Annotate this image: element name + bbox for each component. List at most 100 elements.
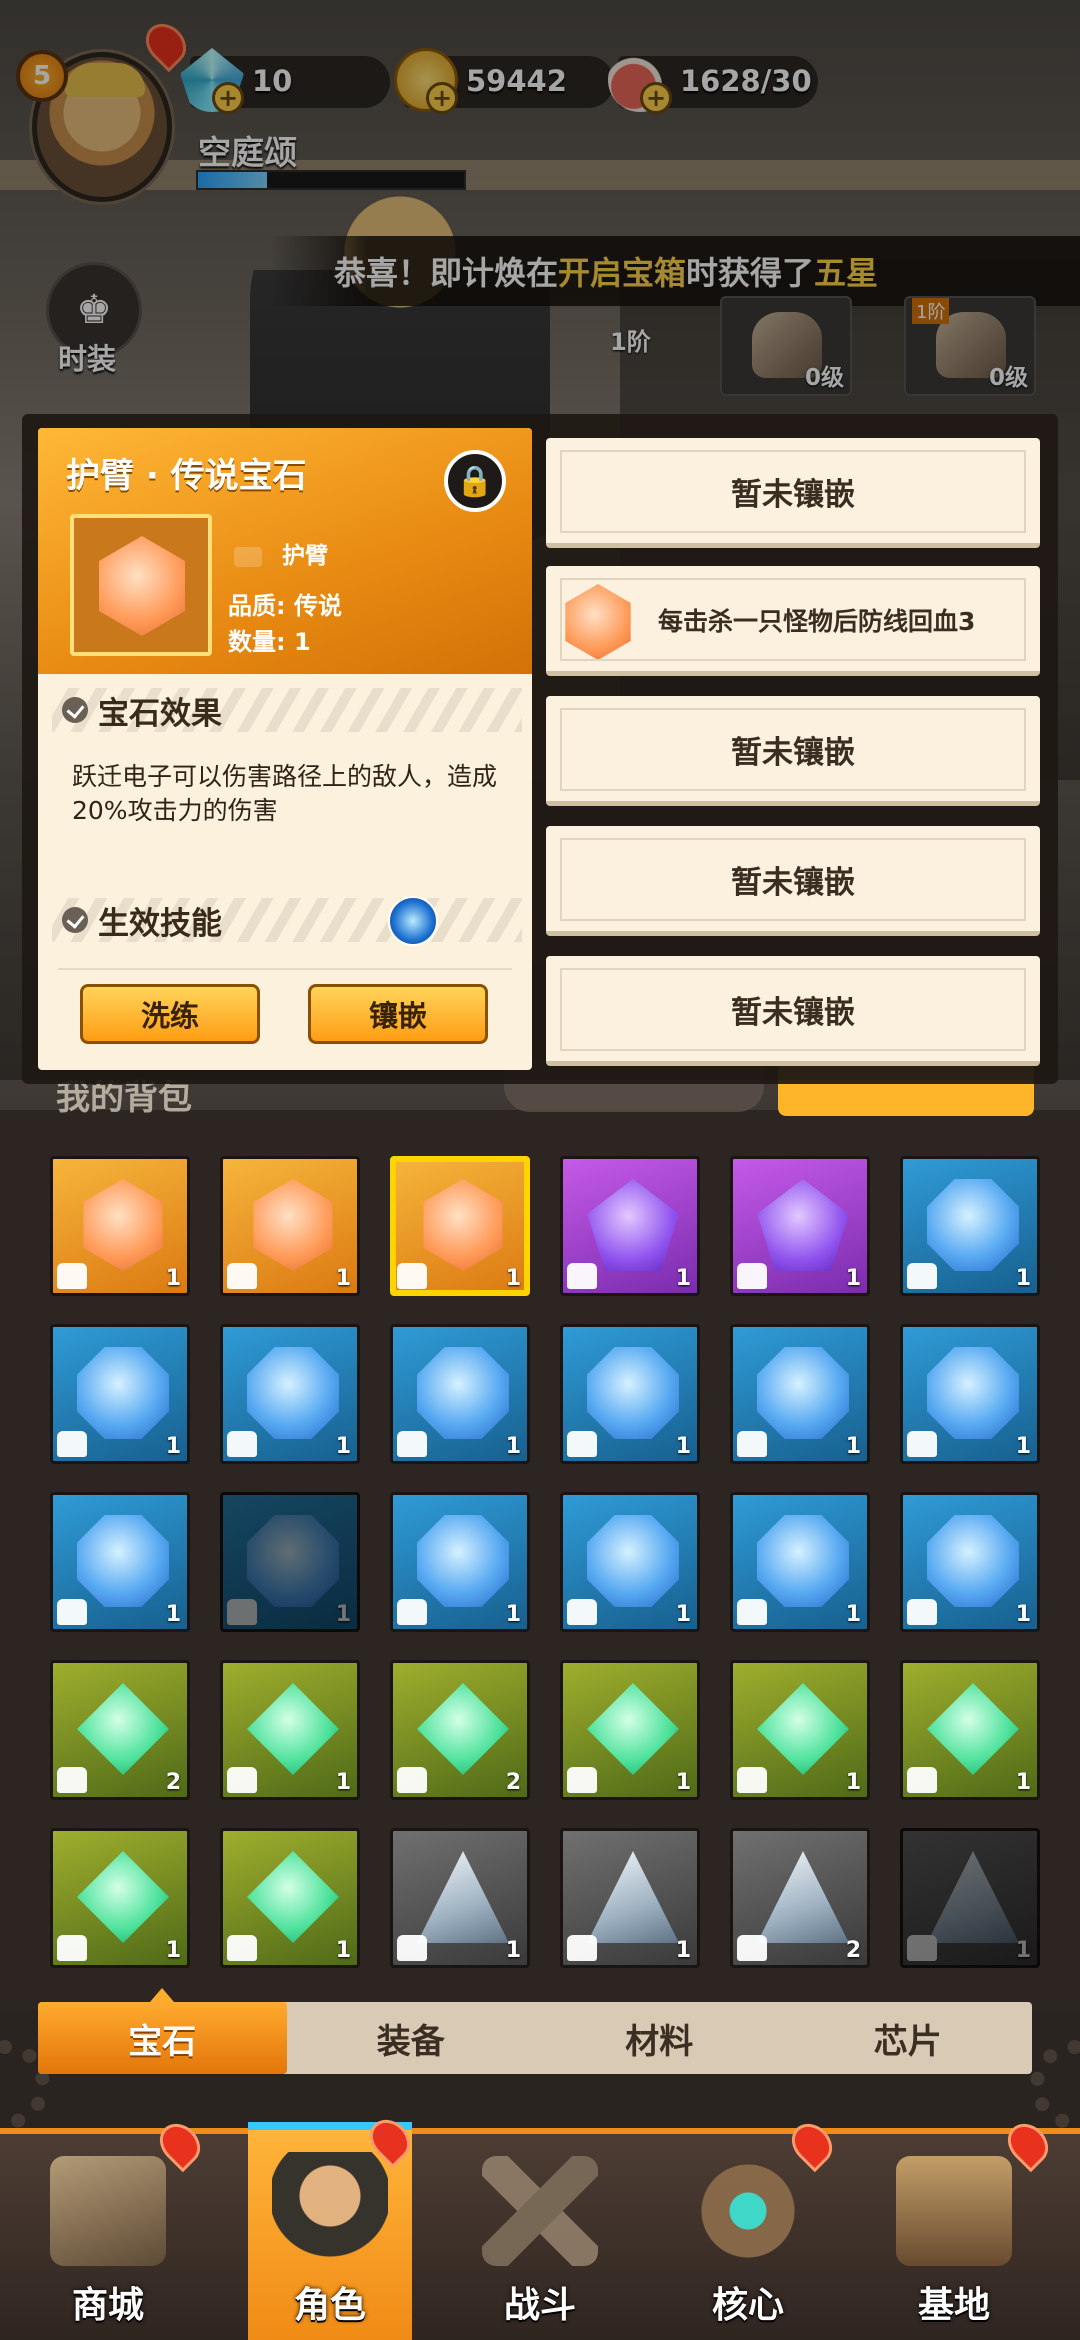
inventory-gem-cell[interactable]: 1 [900,1660,1040,1800]
gem-large-icon [70,514,212,656]
inventory-gem-cell[interactable]: 1 [560,1660,700,1800]
gem-count: 1 [845,1770,861,1795]
electric-skill-icon[interactable] [388,896,438,946]
inventory-gem-cell[interactable]: 1 [220,1324,360,1464]
equip-slot-icon [227,1935,257,1961]
skill-section-title: 生效技能 [52,898,522,942]
gem-count: 1 [165,1434,181,1459]
inventory-gem-cell[interactable]: 1 [220,1156,360,1296]
shop-icon [50,2156,166,2266]
gem-detail-panel: 护臂 · 传说宝石 🔒 护臂 品质: 传说 数量: 1 宝石效果 跃迁电子可以伤… [38,428,532,1070]
grey-gem-icon [757,1851,849,1943]
inventory-gem-cell[interactable]: 1 [730,1492,870,1632]
equip-slot-icon [57,1767,87,1793]
socket-slot-5[interactable]: 暂未镶嵌 [546,956,1040,1066]
inlay-button[interactable]: 镶嵌 [308,984,488,1044]
blue-gem-icon [927,1347,1019,1439]
equip-slot-icon [567,1431,597,1457]
battle-icon [482,2156,598,2266]
blue-gem-icon [587,1515,679,1607]
inventory-gem-cell[interactable]: 1 [730,1156,870,1296]
inventory-gem-cell[interactable]: 1 [390,1156,530,1296]
gem-count: 1 [335,1602,351,1627]
equip-slot-icon [397,1263,427,1289]
orange-gem-icon [253,1179,333,1271]
green-gem-icon [77,1683,169,1775]
equip-slot-icon [737,1767,767,1793]
nav-core[interactable]: 核心 [640,2115,856,2340]
gem-count: 1 [165,1938,181,1963]
equip-slot-icon [57,1263,87,1289]
inventory-gem-cell[interactable]: 1 [50,1156,190,1296]
inventory-gem-cell[interactable]: 2 [50,1660,190,1800]
tab-gems[interactable]: 宝石 [38,1988,287,2074]
tab-materials[interactable]: 材料 [535,2002,784,2074]
green-gem-icon [927,1683,1019,1775]
inventory-gem-cell[interactable]: 1 [390,1828,530,1968]
inventory-gem-cell[interactable]: 1 [900,1828,1040,1968]
inventory-gem-cell[interactable]: 1 [900,1156,1040,1296]
inventory-gem-cell[interactable]: 1 [50,1828,190,1968]
equip-slot-icon [567,1263,597,1289]
gem-count: 1 [1015,1266,1031,1291]
effect-section-title: 宝石效果 [52,688,522,732]
socket-slot-4[interactable]: 暂未镶嵌 [546,826,1040,936]
inventory-gem-cell[interactable]: 1 [220,1828,360,1968]
tab-equipment[interactable]: 装备 [287,2002,536,2074]
grey-gem-icon [927,1851,1019,1943]
inventory-gem-cell[interactable]: 1 [50,1324,190,1464]
equip-slot-icon [227,1431,257,1457]
nav-base[interactable]: 基地 [846,2115,1062,2340]
inventory-gem-cell[interactable]: 1 [900,1492,1040,1632]
blue-gem-icon [757,1347,849,1439]
lock-icon[interactable]: 🔒 [444,450,506,512]
inventory-gem-cell[interactable]: 1 [220,1660,360,1800]
socket-slot-2[interactable]: 每击杀一只怪物后防线回血3 [546,566,1040,676]
nav-character[interactable]: 角色 [248,2111,419,2340]
gear-decoration-icon [1030,2040,1080,2130]
nav-battle[interactable]: 战斗 [432,2134,648,2340]
base-icon [896,2156,1012,2266]
inventory-gem-cell[interactable]: 1 [560,1828,700,1968]
inventory-gem-cell[interactable]: 1 [730,1660,870,1800]
nav-shop[interactable]: 商城 [0,2115,216,2340]
inventory-gem-cell[interactable]: 2 [730,1828,870,1968]
core-icon [690,2156,806,2266]
arm-guard-icon [234,546,262,567]
equip-slot-icon [737,1935,767,1961]
inventory-gem-cell[interactable]: 1 [900,1324,1040,1464]
orange-gem-icon [423,1179,503,1271]
blue-gem-icon [927,1515,1019,1607]
inventory-gem-cell[interactable]: 1 [730,1324,870,1464]
blue-gem-icon [77,1347,169,1439]
gem-quality: 传说 [293,592,342,620]
inventory-gem-cell[interactable]: 1 [560,1492,700,1632]
inventory-gem-cell[interactable]: 1 [560,1324,700,1464]
gem-count: 1 [845,1602,861,1627]
gem-count: 1 [505,1602,521,1627]
equip-slot-icon [737,1431,767,1457]
gem-count: 1 [845,1266,861,1291]
purple-gem-icon [587,1179,679,1271]
inventory-gem-cell[interactable]: 1 [390,1324,530,1464]
gem-count: 1 [505,1266,521,1291]
inventory-gem-cell[interactable]: 1 [50,1492,190,1632]
category-tabs: 宝石 装备 材料 芯片 [38,1988,1033,2074]
inventory-gem-cell[interactable]: 1 [560,1156,700,1296]
inventory-gem-cell[interactable]: 1 [220,1492,360,1632]
gem-count: 1 [335,1266,351,1291]
inventory-gem-cell[interactable]: 1 [390,1492,530,1632]
blue-gem-icon [927,1179,1019,1271]
blue-gem-icon [417,1347,509,1439]
tab-chips[interactable]: 芯片 [784,2002,1033,2074]
gem-count: 1 [675,1938,691,1963]
socket-slot-1[interactable]: 暂未镶嵌 [546,438,1040,548]
equip-slot-icon [907,1263,937,1289]
refine-button[interactable]: 洗练 [80,984,260,1044]
gem-count: 1 [1015,1434,1031,1459]
inventory-gem-cell[interactable]: 2 [390,1660,530,1800]
socket-slot-3[interactable]: 暂未镶嵌 [546,696,1040,806]
gem-count: 1 [335,1770,351,1795]
equip-slot-icon [567,1767,597,1793]
check-icon [62,697,88,723]
